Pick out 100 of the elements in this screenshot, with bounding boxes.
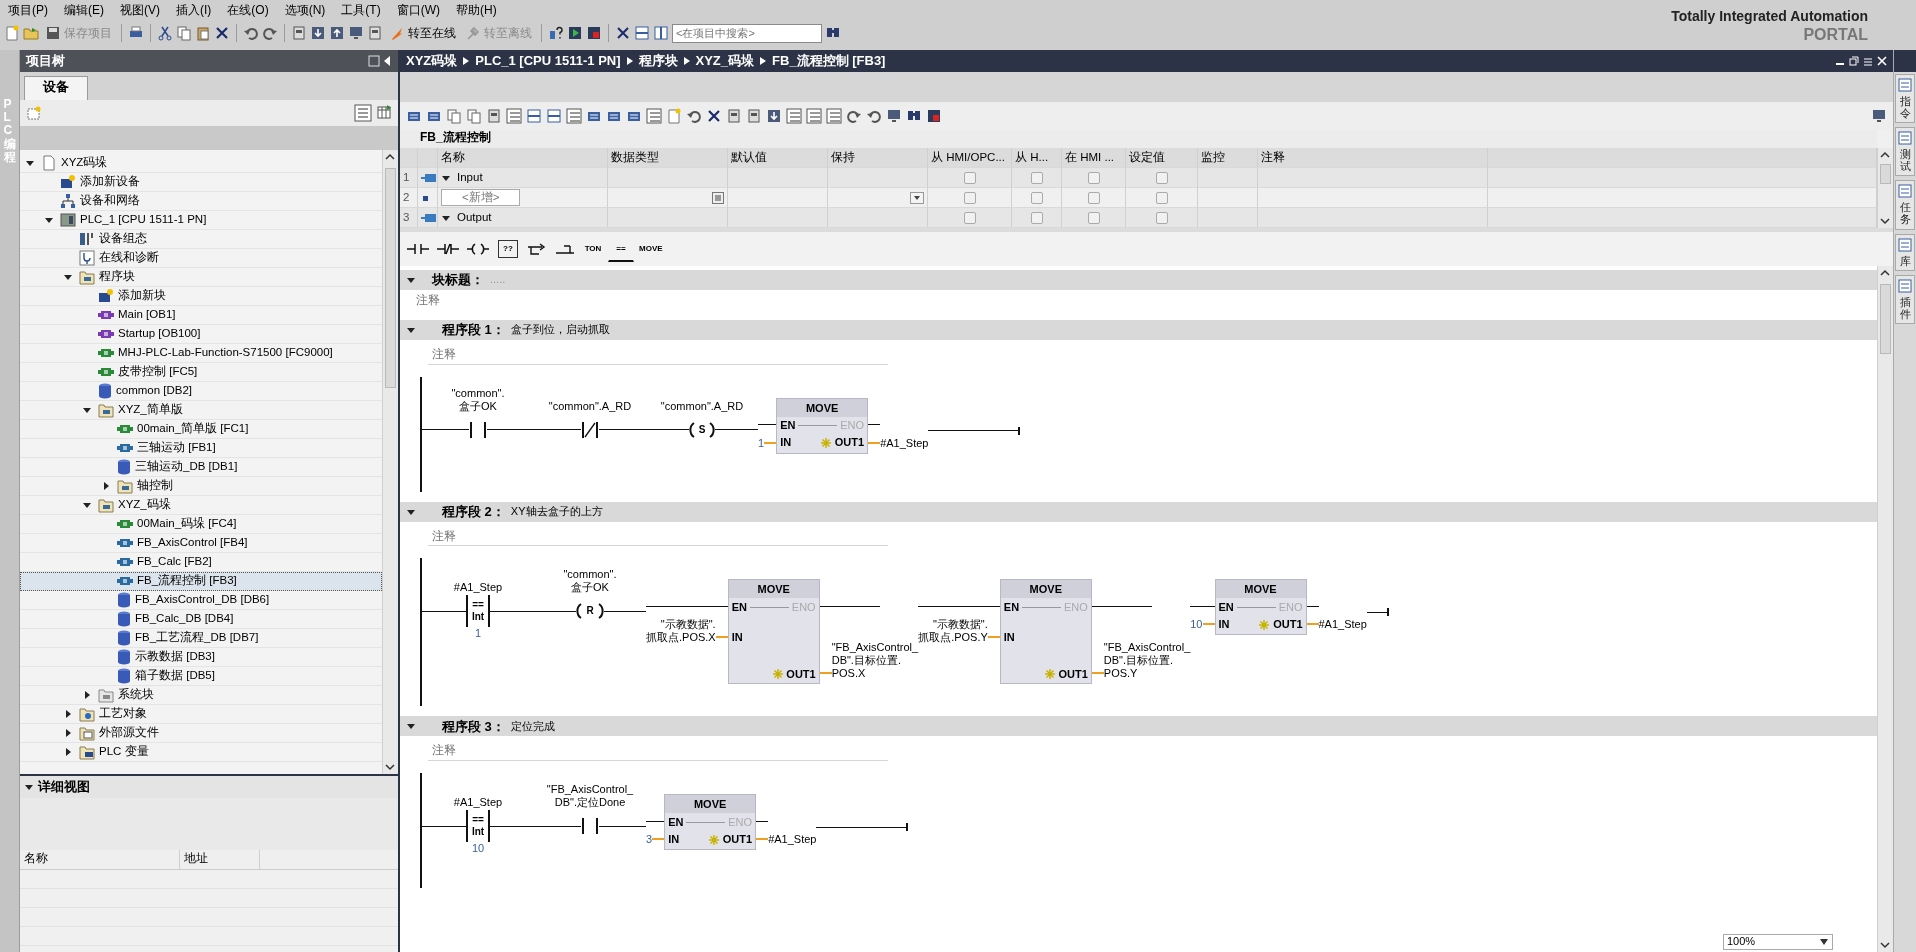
tree-item[interactable]: FB_工艺流程_DB [DB7]	[20, 629, 382, 648]
checkbox[interactable]	[963, 171, 976, 184]
comment-field[interactable]: 注释	[412, 292, 1877, 310]
collapse-arrow-icon[interactable]	[82, 500, 92, 510]
monitor-icon[interactable]	[1871, 108, 1887, 124]
expand-arrow-icon[interactable]	[63, 747, 73, 757]
favorite-instruction[interactable]: ??	[498, 240, 518, 258]
move-block[interactable]: MOVE EN ENO IN OUT1	[776, 397, 869, 454]
checkbox[interactable]	[1030, 191, 1043, 204]
tree-item[interactable]: common [DB2]	[20, 382, 382, 401]
move-block[interactable]: MOVE EN ENO IN OUT1	[1214, 579, 1307, 636]
menu-item[interactable]: 窗口(W)	[388, 0, 448, 21]
toolbar-button[interactable]: 转至在线	[386, 22, 459, 45]
undo-icon[interactable]	[243, 25, 259, 42]
column-header[interactable]: 保持	[828, 148, 928, 168]
collapse-arrow-icon[interactable]	[24, 782, 34, 792]
tree-item[interactable]: 设备组态	[20, 230, 382, 249]
tree-item[interactable]: XYZ码垛	[20, 154, 382, 173]
column-header[interactable]: 注释	[1258, 148, 1488, 168]
restore-icon[interactable]	[1849, 56, 1859, 66]
tree-item[interactable]: PLC 变量	[20, 743, 382, 762]
menu-item[interactable]: 项目(P)	[0, 0, 56, 21]
side-tab[interactable]: 指令	[1895, 74, 1915, 124]
column-header[interactable]: 名称	[438, 148, 608, 168]
vertical-split-icon[interactable]	[653, 25, 669, 42]
checkbox[interactable]	[963, 191, 976, 204]
side-tab[interactable]: 测试	[1895, 127, 1915, 177]
table-icon[interactable]	[376, 104, 392, 120]
move-block[interactable]: MOVE EN ENO IN OUT1	[999, 579, 1092, 685]
menu-item[interactable]: 视图(V)	[112, 0, 168, 21]
start-icon[interactable]	[567, 25, 583, 42]
checkbox[interactable]	[1155, 191, 1168, 204]
expand-arrow-icon[interactable]	[82, 690, 92, 700]
side-tab[interactable]: 任务	[1895, 180, 1915, 230]
list-view-icon[interactable]	[354, 104, 372, 122]
contact-symbol[interactable]	[469, 420, 487, 439]
scissors-icon[interactable]	[157, 25, 173, 42]
expand-arrow-icon[interactable]	[101, 481, 111, 491]
checkbox[interactable]	[1087, 171, 1100, 184]
menu-icon[interactable]	[1863, 56, 1873, 66]
favorite-instruction[interactable]: ==	[608, 236, 634, 262]
module-icon[interactable]	[726, 108, 742, 124]
tree-item[interactable]: 外部源文件	[20, 724, 382, 743]
undo-icon[interactable]	[686, 108, 702, 124]
checkbox[interactable]	[1087, 191, 1100, 204]
stop-icon[interactable]	[926, 108, 942, 124]
comment-field[interactable]: 注释	[428, 527, 888, 547]
browse-icon[interactable]	[712, 191, 724, 204]
column-header[interactable]: 默认值	[728, 148, 828, 168]
checkbox[interactable]	[1155, 211, 1168, 224]
favorite-instruction[interactable]: TON	[580, 236, 606, 262]
collapse-icon[interactable]	[368, 55, 392, 67]
download-icon[interactable]	[310, 25, 326, 42]
tree-item[interactable]: 系统块	[20, 686, 382, 705]
breadcrumb-item[interactable]: 程序块	[638, 53, 678, 69]
horizontal-split-icon[interactable]	[634, 25, 650, 42]
column-header[interactable]: 在 HMI ...	[1062, 148, 1126, 168]
list-view-icon[interactable]	[506, 108, 522, 124]
collapse-arrow-icon[interactable]	[63, 272, 73, 282]
dropdown-icon[interactable]	[1819, 938, 1829, 946]
scroll-thumb[interactable]	[1880, 164, 1891, 184]
tree-item[interactable]: 工艺对象	[20, 705, 382, 724]
dropdown-icon[interactable]	[910, 191, 924, 204]
tree-item[interactable]: 程序块	[20, 268, 382, 287]
column-header[interactable]: 监控	[1198, 148, 1258, 168]
favorite-instruction[interactable]: MOVE	[636, 236, 666, 262]
column-header[interactable]: 地址	[180, 850, 260, 869]
comment-field[interactable]: 注释	[428, 345, 888, 365]
copy-icon[interactable]	[446, 108, 462, 124]
tree-item[interactable]: 皮带控制 [FC5]	[20, 363, 382, 382]
tree-item[interactable]: 00main_简单版 [FC1]	[20, 420, 382, 439]
column-header[interactable]: 名称	[20, 850, 180, 869]
side-tab[interactable]: 插件	[1895, 274, 1915, 324]
tree-item[interactable]: XYZ_码垛	[20, 496, 382, 515]
tree-item[interactable]: 示教数据 [DB3]	[20, 648, 382, 667]
scroll-thumb[interactable]	[1880, 284, 1891, 354]
list-view-icon[interactable]	[806, 108, 822, 124]
comment-field[interactable]: 注释	[428, 742, 888, 762]
tree-item[interactable]: PLC_1 [CPU 1511-1 PN]	[20, 211, 382, 230]
copy-icon[interactable]	[466, 108, 482, 124]
tree-item[interactable]: XYZ_简单版	[20, 401, 382, 420]
breadcrumb-item[interactable]: PLC_1 [CPU 1511-1 PN]	[475, 53, 621, 69]
expand-arrow-icon[interactable]	[63, 709, 73, 719]
undo-icon[interactable]	[866, 108, 882, 124]
monitor-icon[interactable]	[348, 25, 364, 42]
network-title[interactable]: 定位完成	[510, 719, 555, 733]
checkbox[interactable]	[963, 211, 976, 224]
tree-item[interactable]: FB_Calc_DB [DB4]	[20, 610, 382, 629]
breadcrumb-item[interactable]: XYZ码垛	[406, 53, 458, 69]
checkbox[interactable]	[1030, 171, 1043, 184]
new-row-field[interactable]: <新增>	[441, 189, 521, 206]
checkbox[interactable]	[1155, 171, 1168, 184]
new-document-icon[interactable]	[4, 25, 20, 42]
contact-symbol[interactable]	[581, 420, 599, 439]
expand-arrow-icon[interactable]	[63, 728, 73, 738]
collapse-arrow-icon[interactable]	[25, 158, 35, 168]
tree-item[interactable]: 箱子数据 [DB5]	[20, 667, 382, 686]
stop-icon[interactable]	[586, 25, 602, 42]
move-block[interactable]: MOVE EN ENO IN OUT1	[664, 794, 757, 851]
tree-item[interactable]: 三轴运动 [FB1]	[20, 439, 382, 458]
